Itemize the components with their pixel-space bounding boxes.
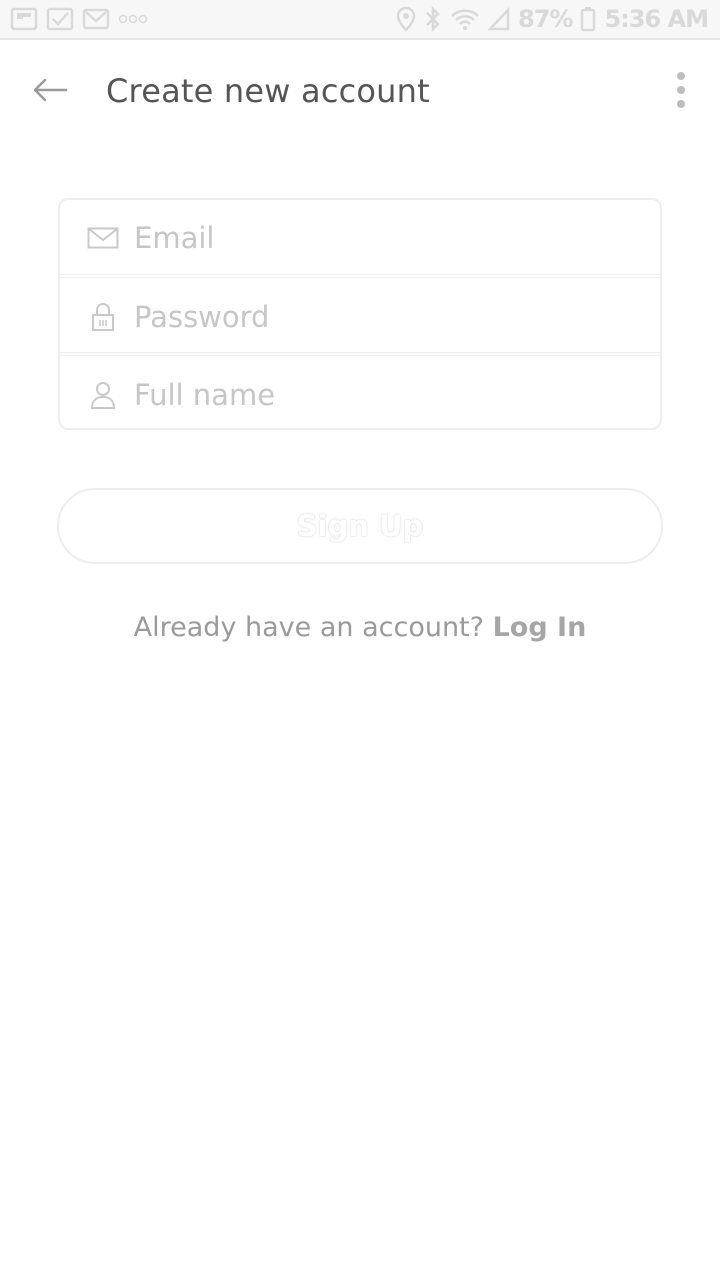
signup-form — [58, 198, 662, 430]
battery-percentage: 87% — [518, 5, 573, 33]
status-bar-notifications — [10, 7, 148, 31]
password-input[interactable] — [134, 295, 634, 339]
battery-icon — [580, 6, 596, 32]
more-notifications-icon — [118, 13, 148, 25]
app-bar: Create new account — [0, 42, 720, 142]
status-bar-system: 87% 5:36 AM — [396, 5, 709, 33]
lock-icon — [86, 300, 120, 334]
field-divider — [60, 274, 660, 278]
more-vertical-icon — [676, 71, 686, 114]
full-name-input[interactable] — [134, 373, 634, 417]
log-in-link[interactable]: Log In — [493, 612, 587, 643]
email-input[interactable] — [134, 216, 634, 260]
login-prompt-text: Already have an account? — [133, 612, 493, 643]
status-bar: 87% 5:36 AM — [0, 0, 720, 40]
location-icon — [396, 6, 416, 32]
gmail-icon — [82, 7, 110, 31]
check-icon — [46, 7, 74, 31]
email-field[interactable] — [60, 200, 660, 276]
bluetooth-icon — [424, 6, 442, 32]
flipboard-icon — [10, 7, 38, 31]
field-divider — [60, 352, 660, 356]
page-title: Create new account — [106, 72, 430, 110]
mail-icon — [86, 221, 120, 255]
wifi-icon — [450, 7, 480, 31]
more-options-button[interactable] — [660, 68, 702, 116]
password-field[interactable] — [60, 279, 660, 355]
sign-up-label: Sign Up — [296, 509, 424, 543]
sign-up-button[interactable]: Sign Up — [57, 488, 663, 564]
full-name-field[interactable] — [60, 357, 660, 433]
signal-icon — [488, 7, 510, 31]
login-prompt: Already have an account? Log In — [0, 612, 720, 643]
back-button[interactable] — [22, 70, 78, 114]
clock: 5:36 AM — [604, 5, 709, 33]
person-icon — [86, 378, 120, 412]
arrow-left-icon — [32, 77, 68, 108]
